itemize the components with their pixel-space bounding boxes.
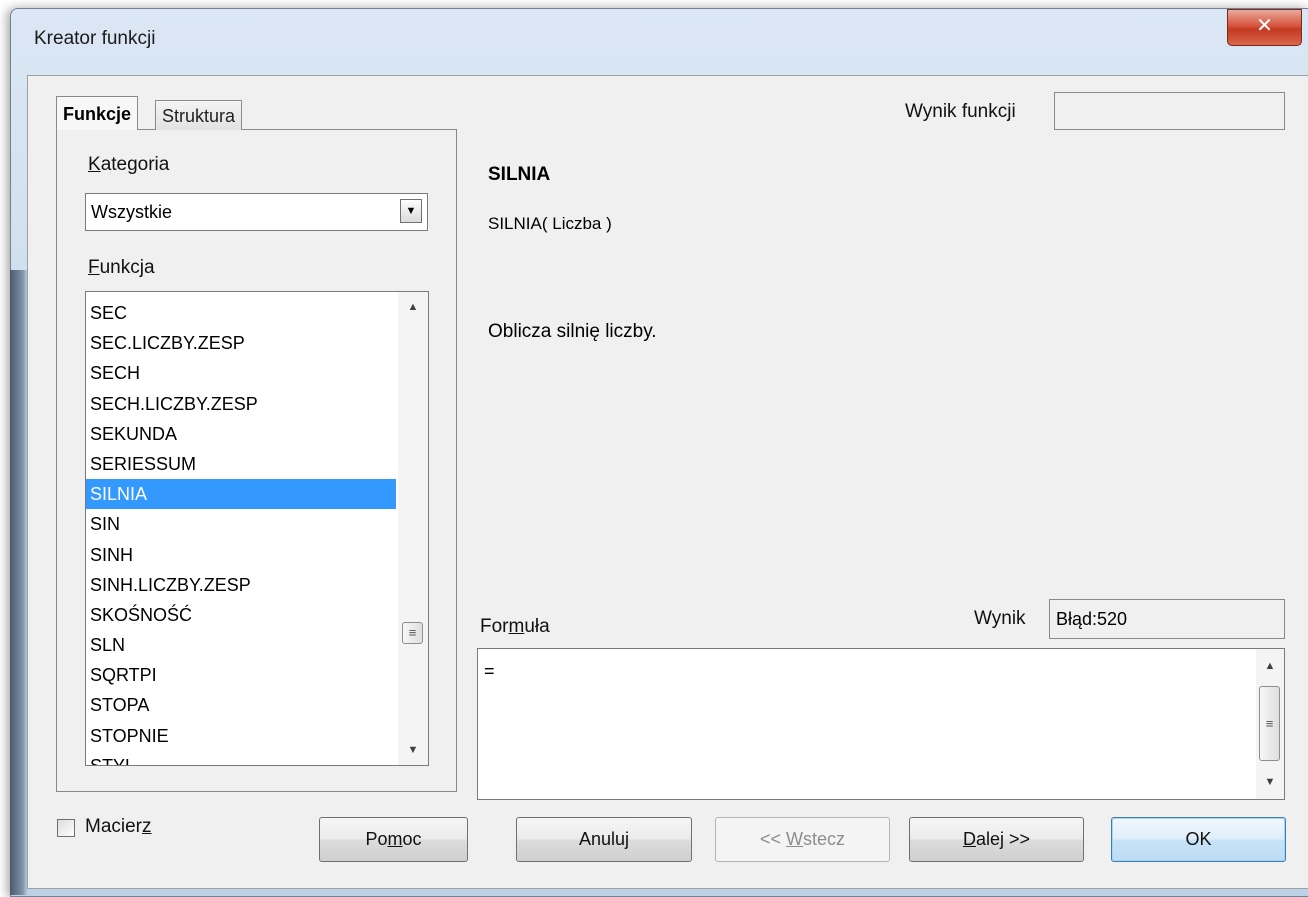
ok-button[interactable]: OK bbox=[1111, 817, 1286, 862]
list-item[interactable]: STOPNIE bbox=[86, 721, 396, 751]
function-result-field bbox=[1054, 92, 1285, 130]
help-button[interactable]: Pomoc bbox=[319, 817, 468, 862]
function-result-label: Wynik funkcji bbox=[905, 101, 1016, 122]
category-label-text: Kategoria bbox=[88, 154, 170, 175]
list-item[interactable]: SINH.LICZBY.ZESP bbox=[86, 570, 396, 600]
list-item[interactable]: SEC.LICZBY.ZESP bbox=[86, 328, 396, 358]
arrow-up-icon[interactable]: ▲ bbox=[1256, 653, 1284, 679]
function-label-text: Funkcja bbox=[88, 257, 155, 278]
function-syntax: SILNIA( Liczba ) bbox=[488, 214, 612, 233]
close-button[interactable]: ✕ bbox=[1227, 9, 1302, 46]
list-item[interactable]: STOPA bbox=[86, 690, 396, 720]
scroll-grip-icon[interactable]: ≡ bbox=[402, 622, 423, 644]
list-item[interactable]: SERIESSUM bbox=[86, 449, 396, 479]
cancel-button[interactable]: Anuluj bbox=[516, 817, 692, 862]
function-listbox[interactable]: SEC SEC.LICZBY.ZESP SECH SECH.LICZBY.ZESP SE… bbox=[85, 291, 429, 766]
list-item[interactable]: SKOŚNOŚĆ bbox=[86, 600, 396, 630]
function-label: Funkcja bbox=[88, 257, 155, 279]
list-item[interactable]: SQRTPI bbox=[86, 660, 396, 690]
list-item[interactable]: SINH bbox=[86, 540, 396, 570]
window-frame-edge bbox=[10, 270, 28, 895]
list-item[interactable]: SECH bbox=[86, 358, 396, 388]
list-item[interactable]: SLN bbox=[86, 630, 396, 660]
close-icon: ✕ bbox=[1256, 15, 1273, 37]
chevron-down-icon[interactable]: ▼ bbox=[400, 199, 422, 223]
result-label: Wynik bbox=[974, 608, 1026, 629]
scroll-grip-icon[interactable]: ≡ bbox=[1259, 686, 1280, 761]
list-item[interactable]: SEC bbox=[86, 298, 396, 328]
next-button-label: Dalej >> bbox=[962, 829, 1031, 849]
array-checkbox-label-text: Macierz bbox=[85, 816, 152, 837]
function-list-scrollbar[interactable]: ▲ ≡ ▼ bbox=[398, 292, 428, 765]
category-dropdown[interactable]: Wszystkie ▼ bbox=[85, 193, 428, 231]
next-button[interactable]: Dalej >> bbox=[909, 817, 1084, 862]
tab-struktura[interactable]: Struktura bbox=[155, 100, 243, 130]
help-button-label: Pomoc bbox=[365, 829, 422, 849]
formula-label: Formuła bbox=[480, 616, 550, 638]
back-button[interactable]: << Wstecz bbox=[715, 817, 890, 862]
formula-scrollbar[interactable]: ▲ ≡ ▼ bbox=[1256, 649, 1284, 799]
category-selected: Wszystkie bbox=[91, 202, 172, 222]
result-field: Błąd:520 bbox=[1049, 599, 1285, 639]
list-item[interactable]: SIN bbox=[86, 509, 396, 539]
back-button-label: << Wstecz bbox=[759, 829, 846, 849]
tab-funkcje[interactable]: Funkcje bbox=[56, 96, 139, 130]
list-item[interactable]: SEKUNDA bbox=[86, 419, 396, 449]
category-label: Kategoria bbox=[88, 154, 169, 176]
function-list-items: SEC SEC.LICZBY.ZESP SECH SECH.LICZBY.ZESP SE… bbox=[86, 298, 396, 765]
result-value: Błąd:520 bbox=[1056, 609, 1128, 629]
list-item[interactable]: STYL bbox=[86, 751, 396, 765]
formula-input[interactable]: = ▲ ≡ ▼ bbox=[477, 648, 1285, 800]
function-description: Oblicza silnię liczby. bbox=[488, 321, 657, 342]
window-title: Kreator funkcji bbox=[34, 28, 156, 49]
list-item[interactable]: SECH.LICZBY.ZESP bbox=[86, 389, 396, 419]
array-checkbox[interactable] bbox=[57, 819, 75, 837]
array-checkbox-label[interactable]: Macierz bbox=[85, 816, 152, 838]
arrow-down-icon[interactable]: ▼ bbox=[1256, 769, 1284, 795]
formula-label-text: Formuła bbox=[480, 616, 550, 637]
formula-value: = bbox=[484, 661, 495, 681]
function-name: SILNIA bbox=[488, 164, 551, 185]
list-item[interactable]: SILNIA bbox=[86, 479, 396, 510]
arrow-down-icon[interactable]: ▼ bbox=[398, 737, 428, 763]
arrow-up-icon[interactable]: ▲ bbox=[398, 294, 428, 320]
